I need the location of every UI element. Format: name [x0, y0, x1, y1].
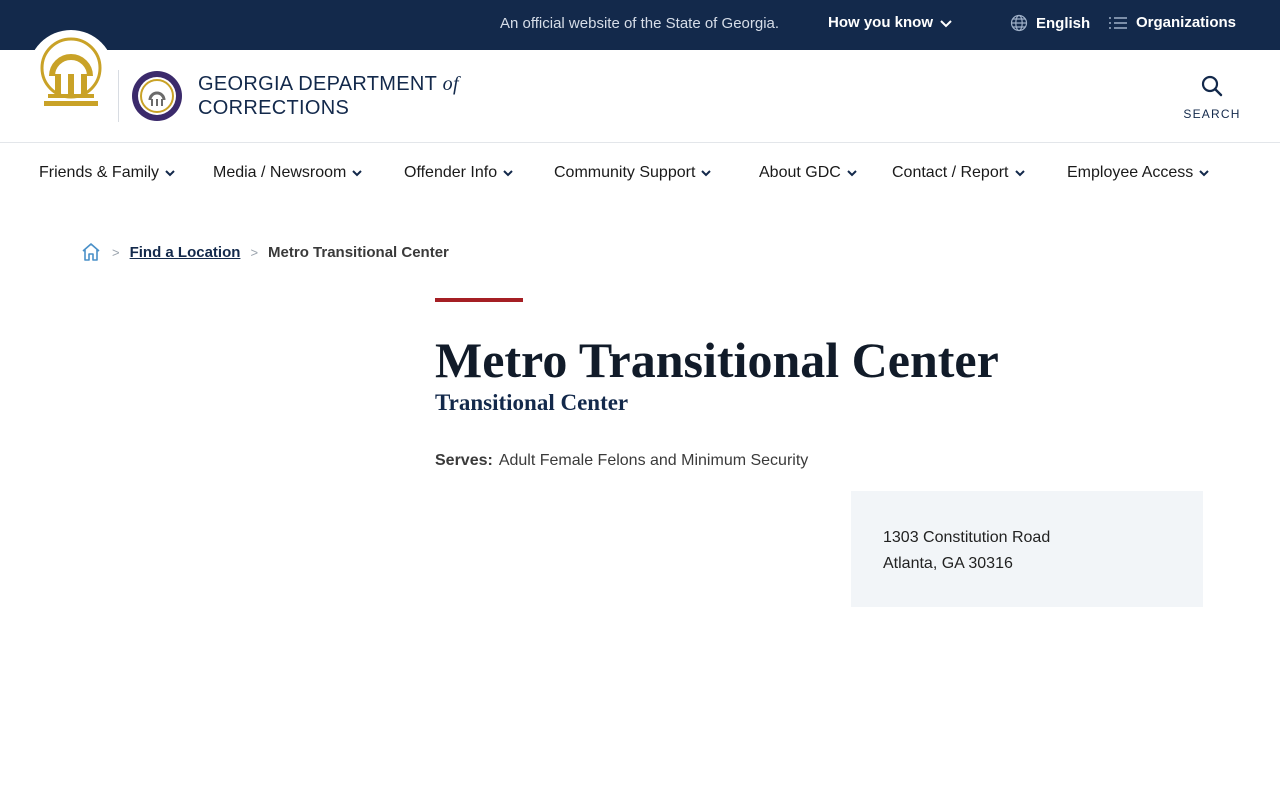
- nav-item-employee-access[interactable]: Employee Access: [1067, 164, 1210, 182]
- organizations-label: Organizations: [1136, 14, 1237, 31]
- nav-item-offender-info[interactable]: Offender Info: [404, 164, 514, 182]
- chevron-down-icon: [1014, 170, 1025, 177]
- nav-item-label: Media / Newsroom: [213, 164, 347, 181]
- georgia-seal-logo[interactable]: [28, 30, 114, 116]
- chevron-down-icon: [1199, 170, 1209, 177]
- agency-name[interactable]: GEORGIA DEPARTMENT of CORRECTIONS: [198, 72, 459, 120]
- chevron-down-icon: [847, 170, 857, 177]
- nav-item-label: Contact / Report: [892, 164, 1009, 181]
- list-icon: [1109, 16, 1127, 29]
- globe-icon: [1010, 14, 1028, 32]
- gdc-seal-icon: [132, 71, 182, 121]
- chevron-down-icon: [701, 170, 712, 177]
- site-header: GEORGIA DEPARTMENT of CORRECTIONS SEARCH: [0, 30, 1280, 143]
- breadcrumb-separator: >: [250, 244, 259, 260]
- nav-item-about-gdc[interactable]: About GDC: [759, 164, 858, 182]
- how-you-know-label: How you know: [828, 14, 933, 31]
- nav-item-friends-family[interactable]: Friends & Family: [39, 164, 176, 182]
- official-site-text: An official website of the State of Geor…: [500, 15, 780, 32]
- gdc-seal-logo[interactable]: [131, 70, 183, 122]
- address-city: Atlanta, GA 30316: [883, 555, 1013, 572]
- facility-type: Transitional Center: [435, 390, 629, 415]
- search-label: SEARCH: [1183, 107, 1241, 121]
- nav-item-label: Friends & Family: [39, 164, 160, 181]
- breadcrumb-separator: >: [112, 244, 120, 260]
- nav-item-label: Employee Access: [1067, 164, 1194, 181]
- nav-item-media-newsroom[interactable]: Media / Newsroom: [213, 164, 363, 182]
- search-button[interactable]: SEARCH: [1180, 74, 1244, 121]
- organizations-menu[interactable]: Organizations: [1108, 14, 1236, 31]
- address-street: 1303 Constitution Road: [883, 529, 1051, 546]
- georgia-arch-icon: [40, 37, 102, 106]
- serves-info: Serves: Adult Female Felons and Minimum S…: [435, 452, 808, 470]
- main-nav: Friends & Family Media / Newsroom Offend…: [0, 160, 1280, 188]
- official-site-banner: An official website of the State of Geor…: [0, 0, 1280, 50]
- language-selector[interactable]: English: [1010, 14, 1090, 32]
- search-icon: [1201, 75, 1223, 97]
- title-accent-bar: [435, 298, 523, 302]
- nav-item-community-support[interactable]: Community Support: [554, 164, 712, 182]
- agency-name-line2: CORRECTIONS: [198, 97, 350, 119]
- chevron-down-icon: [940, 19, 952, 27]
- serves-value: Adult Female Felons and Minimum Security: [498, 452, 809, 469]
- chevron-down-icon: [503, 170, 513, 177]
- breadcrumb-link-find-location[interactable]: Find a Location: [130, 244, 241, 261]
- address-card: 1303 Constitution Road Atlanta, GA 30316: [851, 491, 1203, 607]
- nav-item-label: Offender Info: [404, 164, 498, 181]
- breadcrumb-current: Metro Transitional Center: [268, 243, 449, 261]
- breadcrumb: > Find a Location > Metro Transitional C…: [80, 241, 449, 263]
- serves-label: Serves:: [435, 452, 493, 469]
- language-label: English: [1036, 14, 1091, 32]
- home-icon[interactable]: [80, 241, 102, 263]
- how-you-know-toggle[interactable]: How you know: [828, 14, 953, 31]
- nav-item-label: Community Support: [554, 164, 696, 181]
- page-title: Metro Transitional Center: [435, 332, 999, 388]
- agency-name-line1: GEORGIA DEPARTMENT of: [198, 73, 459, 95]
- header-divider: [118, 70, 119, 122]
- chevron-down-icon: [165, 170, 175, 177]
- nav-item-label: About GDC: [759, 164, 841, 181]
- nav-item-contact-report[interactable]: Contact / Report: [892, 164, 1026, 182]
- chevron-down-icon: [352, 170, 363, 177]
